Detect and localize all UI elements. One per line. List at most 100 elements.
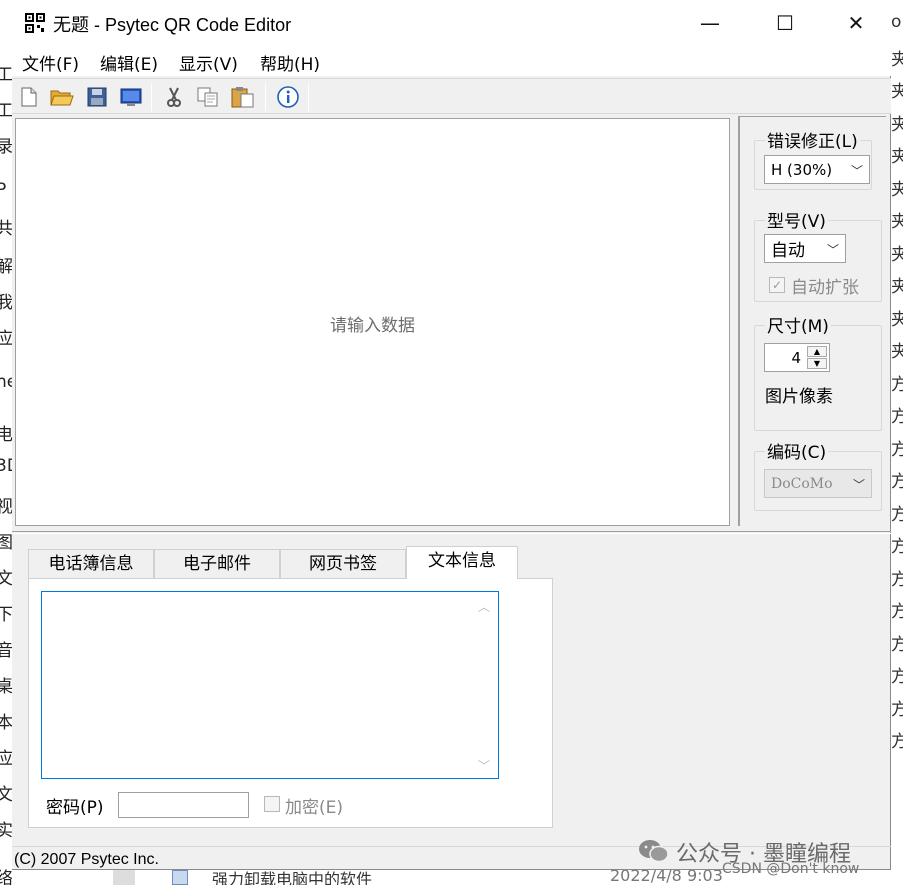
- toolbar-separator: [265, 83, 266, 111]
- horizontal-splitter[interactable]: [12, 531, 891, 534]
- auto-expand-label: 自动扩张: [791, 278, 859, 298]
- cut-scissors-icon: [167, 87, 181, 107]
- background-right-char: 方: [891, 569, 903, 590]
- encrypt-checkbox[interactable]: [264, 796, 280, 812]
- background-left-char: 本: [0, 713, 12, 733]
- size-group: 尺寸(M) 4 ▲ ▼ 图片像素: [754, 312, 882, 431]
- background-left-char: 电: [0, 425, 12, 445]
- background-right-char: 方: [891, 439, 903, 460]
- encoding-select[interactable]: DoCoMo ﹀: [764, 469, 872, 498]
- background-right-char: 夹: [891, 212, 903, 232]
- app-window: 无题 - Psytec QR Code Editor — ☐ ✕ 文件(F) 编…: [12, 0, 891, 870]
- tab-text[interactable]: 文本信息: [406, 546, 518, 579]
- maximize-icon: ☐: [776, 11, 794, 35]
- menu-view[interactable]: 显示(V): [179, 50, 238, 75]
- background-left-char: 我: [0, 293, 12, 313]
- background-left-char: 络: [0, 869, 12, 885]
- version-group: 型号(V) 自动 ﹀ ✓ 自动扩张: [754, 207, 882, 302]
- about-button[interactable]: [276, 85, 300, 109]
- save-button[interactable]: [85, 85, 109, 109]
- password-input[interactable]: [118, 792, 249, 818]
- background-left-strip: 工工录P共解我应ne电3D视图文下音桌本应文实络: [0, 0, 12, 885]
- size-up-button[interactable]: ▲: [807, 346, 827, 357]
- paste-clipboard-icon: [231, 87, 254, 108]
- qr-preview-area[interactable]: 请输入数据: [15, 118, 730, 526]
- error-correction-label: 错误修正(L): [765, 127, 860, 152]
- input-data-hint: 请输入数据: [330, 316, 415, 336]
- copy-icon: [197, 87, 218, 107]
- background-left-char: 应: [0, 329, 12, 349]
- cut-button[interactable]: [162, 85, 186, 109]
- chevron-down-icon: ﹀: [826, 243, 839, 257]
- encoding-value: DoCoMo: [771, 475, 833, 492]
- background-right-char: 方: [891, 472, 903, 492]
- text-info-panel: ︿ ﹀ 密码(P) 加密(E): [28, 578, 553, 828]
- encoding-label: 编码(C): [765, 438, 829, 463]
- background-left-char: 桌: [0, 677, 12, 697]
- password-label: 密码(P): [46, 798, 104, 818]
- close-icon: ✕: [847, 11, 865, 35]
- new-file-button[interactable]: [17, 85, 41, 109]
- background-right-char: 夹: [891, 179, 903, 200]
- background-right-char: 方: [891, 407, 903, 427]
- new-file-icon: [21, 87, 37, 107]
- text-data-input[interactable]: ︿ ﹀: [41, 591, 499, 779]
- background-file-icon: [172, 870, 188, 885]
- version-select[interactable]: 自动 ﹀: [764, 234, 846, 263]
- chevron-down-icon: ﹀: [852, 478, 865, 492]
- background-left-char: 共: [0, 219, 12, 239]
- background-right-char: 夹: [891, 277, 903, 297]
- background-right-strip: o夹夹夹夹夹夹夹夹夹夹方方方方方方方方方方方方: [891, 0, 903, 885]
- copy-button[interactable]: [196, 85, 220, 109]
- menu-edit[interactable]: 编辑(E): [100, 50, 158, 75]
- menu-file[interactable]: 文件(F): [22, 50, 79, 75]
- background-right-char: 方: [891, 732, 903, 752]
- title-bar[interactable]: 无题 - Psytec QR Code Editor — ☐ ✕: [12, 0, 891, 46]
- tab-phonebook[interactable]: 电话簿信息: [28, 549, 154, 578]
- tab-bookmark[interactable]: 网页书签: [280, 549, 406, 578]
- preview-button[interactable]: [119, 85, 143, 109]
- background-left-char: 3D: [0, 456, 12, 476]
- size-down-button[interactable]: ▼: [807, 358, 827, 369]
- background-file-date: 2022/4/8 9:03: [610, 870, 723, 885]
- open-button[interactable]: [50, 85, 74, 109]
- tab-email[interactable]: 电子邮件: [154, 549, 280, 578]
- watermark-subtext: CSDN @Don't know: [722, 861, 860, 877]
- background-right-char: o: [891, 12, 902, 32]
- version-value: 自动: [771, 241, 805, 261]
- background-right-char: 夹: [891, 244, 903, 265]
- background-right-char: 夹: [891, 82, 903, 102]
- arrow-up-icon: ▲: [813, 347, 821, 356]
- encrypt-label: 加密(E): [285, 798, 344, 818]
- background-right-char: 夹: [891, 309, 903, 330]
- auto-expand-checkbox[interactable]: ✓: [769, 277, 785, 293]
- background-left-char: 音: [0, 641, 12, 661]
- scroll-up-icon[interactable]: ︿: [478, 598, 490, 615]
- open-folder-icon: [50, 90, 74, 106]
- close-button[interactable]: ✕: [821, 0, 891, 46]
- background-right-char: 方: [891, 667, 903, 687]
- toolbar: [12, 78, 891, 114]
- qr-app-icon: [25, 13, 45, 33]
- chevron-down-icon: ﹀: [850, 164, 863, 178]
- menu-bar: 文件(F) 编辑(E) 显示(V) 帮助(H): [12, 46, 891, 76]
- wechat-icon: [639, 840, 669, 863]
- minimize-button[interactable]: —: [675, 0, 745, 46]
- arrow-down-icon: ▼: [813, 359, 821, 368]
- size-value: 4: [791, 349, 801, 367]
- background-right-char: 方: [891, 374, 903, 395]
- background-right-char: 方: [891, 634, 903, 655]
- scroll-down-icon[interactable]: ﹀: [478, 757, 490, 774]
- menu-help[interactable]: 帮助(H): [260, 50, 320, 75]
- background-left-char: 实: [0, 821, 12, 841]
- error-correction-select[interactable]: H (30%) ﹀: [764, 155, 870, 184]
- info-icon: [277, 86, 299, 108]
- size-stepper[interactable]: 4 ▲ ▼: [764, 343, 830, 372]
- background-right-char: 方: [891, 699, 903, 720]
- background-right-char: 夹: [891, 147, 903, 167]
- maximize-button[interactable]: ☐: [750, 0, 820, 46]
- window-title: 无题 - Psytec QR Code Editor: [53, 15, 292, 35]
- background-right-char: 夹: [891, 49, 903, 70]
- paste-button[interactable]: [231, 85, 255, 109]
- background-left-char: 下: [0, 605, 12, 625]
